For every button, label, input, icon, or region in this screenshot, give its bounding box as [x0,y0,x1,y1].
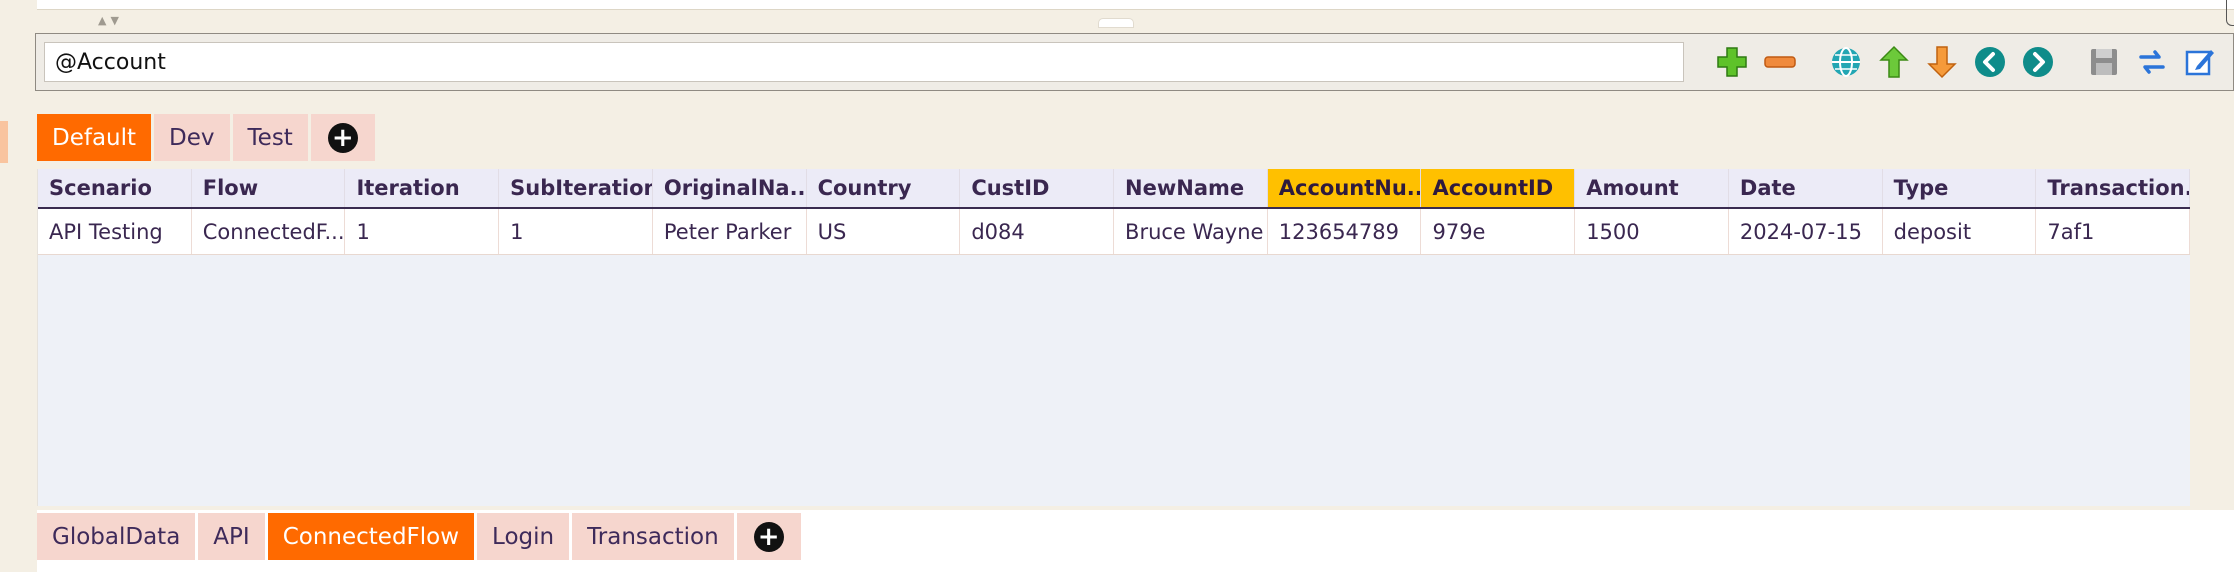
table-cell[interactable]: 1 [499,209,653,254]
column-header[interactable]: Type [1883,169,2037,207]
move-up-icon[interactable] [1876,44,1912,80]
column-header[interactable]: Amount [1575,169,1729,207]
table-cell[interactable]: API Testing [38,209,192,254]
globe-icon[interactable] [1828,44,1864,80]
sort-arrows-icon[interactable]: ▲▼ [98,14,123,27]
add-environment-button[interactable]: + [310,114,375,161]
tab-default[interactable]: Default [37,114,152,161]
save-icon[interactable] [2086,44,2122,80]
column-header[interactable]: CustID [960,169,1115,207]
toolbar [35,33,2234,91]
move-down-icon[interactable] [1924,44,1960,80]
data-table: Scenario Flow Iteration SubIteration Ori… [37,169,2191,506]
column-header[interactable]: Flow [192,169,346,207]
table-row[interactable]: API Testing ConnectedF... 1 1 Peter Park… [38,209,2191,255]
remove-icon[interactable] [1762,44,1798,80]
toolbar-icons [1714,42,2230,82]
tab-test[interactable]: Test [232,114,308,161]
tab-api[interactable]: API [198,513,265,560]
tab-transaction[interactable]: Transaction [572,513,734,560]
splitter-handle[interactable] [1098,18,1134,28]
plus-circle-icon: + [327,122,358,153]
table-cell[interactable]: 2024-07-15 [1729,209,1883,254]
plus-circle-icon: + [753,521,784,552]
table-cell[interactable]: deposit [1883,209,2037,254]
column-header[interactable]: Date [1729,169,1883,207]
sheet-tabs: GlobalData API ConnectedFlow Login Trans… [37,513,804,560]
next-icon[interactable] [2020,44,2056,80]
left-edge-marker [0,121,8,163]
tab-connectedflow[interactable]: ConnectedFlow [267,513,475,560]
environment-tabs: Default Dev Test + [37,114,378,161]
window-corner [2226,0,2234,26]
column-header[interactable]: Scenario [38,169,192,207]
top-panel-strip [37,0,2234,10]
column-header[interactable]: Transaction... [2036,169,2191,207]
column-header[interactable]: SubIteration [499,169,653,207]
table-cell[interactable]: d084 [960,209,1115,254]
edit-icon[interactable] [2182,44,2218,80]
column-header-highlighted[interactable]: AccountID [1421,169,1576,207]
column-header[interactable]: Country [807,169,961,207]
table-cell[interactable]: 1500 [1575,209,1729,254]
search-input[interactable] [44,42,1684,82]
table-cell[interactable]: Bruce Wayne [1114,209,1268,254]
table-cell[interactable]: 7af1 [2036,209,2191,254]
table-cell[interactable]: 123654789 [1268,209,1422,254]
column-header-highlighted[interactable]: AccountNu... [1267,169,1422,207]
table-cell[interactable]: 979e [1421,209,1576,254]
tab-globaldata[interactable]: GlobalData [37,513,196,560]
table-cell[interactable]: US [807,209,961,254]
previous-icon[interactable] [1972,44,2008,80]
column-header[interactable]: Iteration [345,169,500,207]
column-header[interactable]: OriginalNa... [653,169,807,207]
tab-login[interactable]: Login [477,513,570,560]
add-icon[interactable] [1714,44,1750,80]
table-header-row: Scenario Flow Iteration SubIteration Ori… [38,169,2191,209]
swap-icon[interactable] [2134,44,2170,80]
column-header[interactable]: NewName [1114,169,1268,207]
table-cell[interactable]: Peter Parker [653,209,807,254]
table-cell[interactable]: ConnectedF... [192,209,346,254]
table-cell[interactable]: 1 [345,209,500,254]
tab-dev[interactable]: Dev [154,114,230,161]
add-sheet-button[interactable]: + [736,513,801,560]
